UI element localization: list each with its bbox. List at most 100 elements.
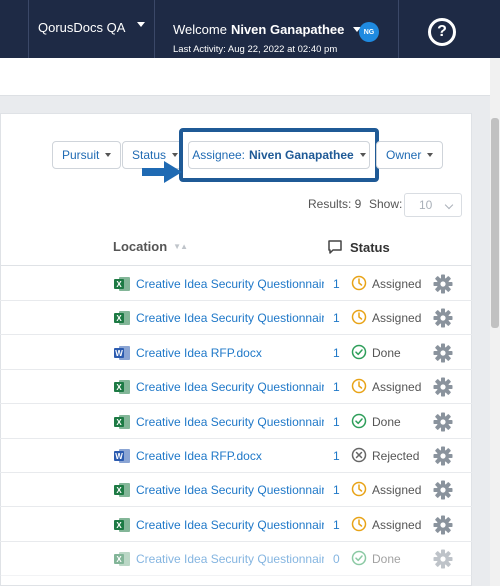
file-link[interactable]: Creative Idea Security Questionnaire. [136,380,324,394]
results-count: Results: 9 [308,197,362,211]
sort-icon[interactable]: ▼▲ [173,242,188,251]
clock-icon [351,482,367,497]
excel-file-icon: X [114,414,130,429]
location-column-header[interactable]: Location ▼▲ [113,239,188,254]
file-link[interactable]: Creative Idea RFP.docx [136,449,324,463]
table-row[interactable]: W Creative Idea RFP.docx 1 Rejected [0,439,472,473]
scrollbar-thumb[interactable] [491,118,499,328]
avatar[interactable]: NG [359,22,379,42]
word-file-icon: W [114,449,130,463]
status-label: Done [372,345,401,360]
comment-count[interactable]: 0 [333,552,340,566]
owner-filter-label: Owner [386,148,422,162]
status-label: Assigned [372,517,422,532]
table-row[interactable]: X Creative Idea Security Questionnaire. 1 D… [0,405,472,439]
page-subheader [0,58,490,96]
status-label: Assigned [372,277,422,291]
page-size-select[interactable]: 10 [404,193,462,217]
svg-text:W: W [115,349,123,358]
page-size-value: 10 [419,198,433,212]
file-link[interactable]: Creative Idea RFP.docx [136,346,324,360]
comment-count[interactable]: 1 [333,311,340,325]
status-label: Assigned [372,380,422,395]
svg-text:W: W [115,452,123,461]
x-circle-icon [351,447,367,463]
file-link[interactable]: Creative Idea Security Questionnaire. [136,277,324,291]
clock-icon [351,378,367,394]
file-link[interactable]: Creative Idea Security Questionnaire. [136,552,324,566]
pointer-arrow-icon [142,161,182,183]
gear-icon[interactable] [433,308,453,328]
table-row[interactable]: X Creative Idea Security Questionnaire. 1 A… [0,267,472,301]
assignee-filter-value: Niven Ganapathee [249,148,354,162]
table-row[interactable]: X Creative Idea Security Questionnaire. 1 A… [0,473,472,508]
status-label: Assigned [372,311,422,326]
excel-file-icon: X [114,311,130,326]
last-activity: Last Activity: Aug 22, 2022 at 02:40 pm [173,44,338,55]
check-circle-icon [351,344,367,360]
clock-icon [351,516,367,532]
show-label: Show: [369,197,403,211]
clock-icon [351,310,367,325]
welcome-label: Welcome [173,22,227,37]
chevron-down-icon [137,22,146,27]
workspace-switcher[interactable]: QorusDocs QA [38,20,146,35]
workspace-name: QorusDocs QA [38,20,126,35]
comment-count[interactable]: 1 [333,380,340,394]
nav-divider [398,0,399,58]
file-link[interactable]: Creative Idea Security Questionnaire. [136,311,324,325]
clock-icon [351,275,367,291]
status-filter-label: Status [132,148,167,162]
user-name: Niven Ganapathee [230,22,345,37]
comment-count[interactable]: 1 [333,415,340,429]
gear-icon[interactable] [433,412,453,432]
gear-icon[interactable] [433,549,453,569]
table-row[interactable]: X Creative Idea Security Questionnaire. 1 A… [0,508,472,542]
table-row[interactable]: X Creative Idea Security Questionnaire. 1 A… [0,370,472,405]
table-row[interactable]: X Creative Idea Security Questionnaire. 0 D… [0,542,472,577]
gear-icon[interactable] [433,515,453,535]
pursuit-filter-label: Pursuit [62,148,100,162]
comment-count[interactable]: 1 [333,518,340,532]
gear-icon[interactable] [433,446,453,466]
file-link[interactable]: Creative Idea Security Questionnaire. [136,483,324,497]
status-label: Done [372,414,401,429]
chevron-down-icon [359,153,366,157]
chevron-down-icon [105,153,112,157]
svg-text:X: X [116,314,122,323]
chevron-down-icon [444,200,454,210]
comment-count[interactable]: 1 [333,346,340,360]
status-label: Assigned [372,483,422,498]
chevron-down-icon [172,153,179,157]
pursuit-filter-button[interactable]: Pursuit [52,141,122,169]
gear-icon[interactable] [433,480,453,500]
location-column-label: Location [113,239,168,254]
excel-file-icon: X [114,277,130,291]
owner-filter-button[interactable]: Owner [376,141,444,169]
svg-text:X: X [116,521,122,530]
file-link[interactable]: Creative Idea Security Questionnaire. [136,518,324,532]
scrollbar[interactable] [490,58,500,586]
table-row[interactable]: W Creative Idea RFP.docx 1 Done [0,336,472,370]
check-circle-icon [351,413,367,428]
status-column-header[interactable]: Status [350,240,390,255]
comment-count[interactable]: 1 [333,449,340,463]
svg-text:X: X [116,383,122,392]
help-icon[interactable]: ? [428,18,456,46]
svg-text:X: X [116,418,122,427]
svg-text:X: X [116,486,122,495]
comment-count[interactable]: 1 [333,483,340,497]
gear-icon[interactable] [433,377,453,397]
assignee-filter-button[interactable]: Assignee: Niven Ganapathee [188,141,370,169]
gear-icon[interactable] [433,343,453,363]
check-circle-icon [351,550,367,566]
top-navigation-bar: QorusDocs QA Welcome Niven Ganapathee NG… [0,0,500,58]
excel-file-icon: X [114,380,130,395]
excel-file-icon: X [114,483,130,498]
comment-count[interactable]: 1 [333,277,340,291]
gear-icon[interactable] [433,274,453,294]
nav-divider [28,0,29,58]
file-link[interactable]: Creative Idea Security Questionnaire. [136,415,324,429]
user-menu[interactable]: Welcome Niven Ganapathee [173,22,362,37]
table-row[interactable]: X Creative Idea Security Questionnaire. 1 A… [0,301,472,336]
